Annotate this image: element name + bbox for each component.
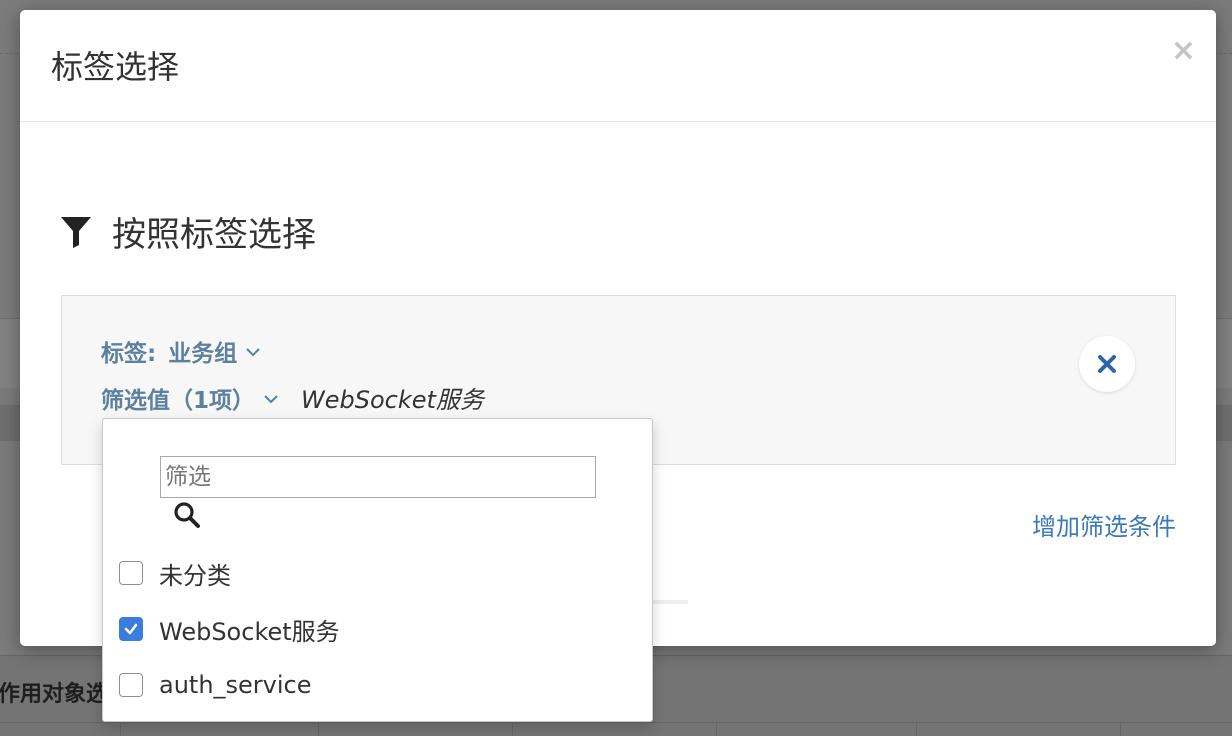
filter-values-dropdown: 未分类 WebSocket服务 auth_service — [102, 418, 653, 722]
section-heading-text: 按照标签选择 — [112, 215, 316, 255]
checkbox[interactable] — [119, 673, 143, 697]
filter-search-input[interactable] — [160, 456, 596, 498]
filter-values-count[interactable]: （1项） — [170, 381, 255, 415]
section-heading: 按照标签选择 — [60, 207, 316, 256]
option-item[interactable]: WebSocket服务 — [119, 612, 340, 646]
option-item[interactable]: 未分类 — [119, 556, 231, 590]
modal-header: 标签选择 × — [20, 10, 1216, 122]
tag-selector-row: 标签: 业务组 — [101, 334, 261, 368]
add-filter-link[interactable]: 增加筛选条件 — [1032, 507, 1176, 542]
filter-values-row: 筛选值 （1项） WebSocket服务 — [101, 380, 484, 415]
chevron-down-icon[interactable] — [263, 394, 279, 404]
background-table-columns — [0, 722, 1232, 736]
modal-title: 标签选择 — [51, 48, 180, 86]
checkmark-icon — [124, 623, 138, 635]
option-label: WebSocket服务 — [159, 617, 340, 646]
close-icon — [1098, 355, 1116, 373]
option-label: 未分类 — [159, 561, 231, 590]
checkbox-checked[interactable] — [119, 617, 143, 641]
checkbox[interactable] — [119, 561, 143, 585]
search-icon[interactable] — [173, 501, 201, 529]
tag-label: 标签: — [101, 341, 157, 367]
filter-values-label[interactable]: 筛选值 — [101, 381, 170, 415]
selected-value-text: WebSocket服务 — [301, 386, 484, 414]
close-icon[interactable]: × — [1171, 36, 1196, 66]
option-item[interactable]: auth_service — [119, 668, 312, 702]
background-footer-label: 作用对象选 — [0, 682, 109, 707]
remove-filter-button[interactable] — [1079, 336, 1135, 392]
option-label: auth_service — [159, 671, 312, 699]
filter-icon — [61, 216, 91, 248]
chevron-down-icon[interactable] — [245, 347, 261, 357]
tag-dropdown[interactable]: 业务组 — [168, 334, 237, 368]
